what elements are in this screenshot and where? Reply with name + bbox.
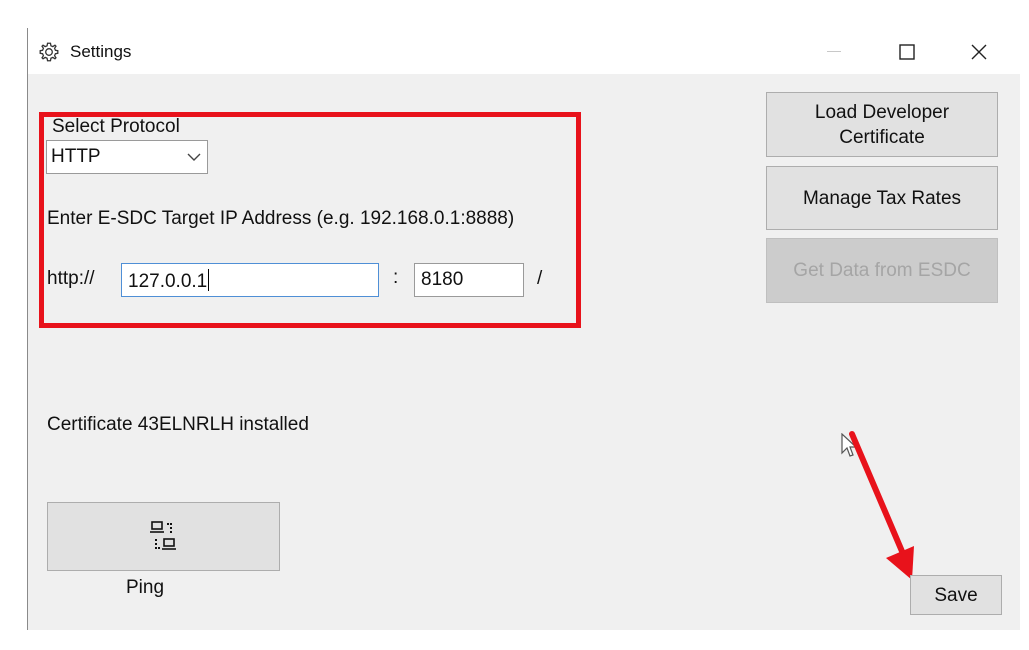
ip-address-value: 127.0.0.1 [128, 271, 208, 292]
ip-instruction-label: Enter E-SDC Target IP Address (e.g. 192.… [47, 208, 515, 229]
text-caret [208, 269, 210, 291]
get-data-from-esdc-label: Get Data from ESDC [793, 260, 971, 281]
network-icon [149, 520, 176, 550]
select-protocol-label: Select Protocol [52, 116, 180, 137]
maximize-icon [899, 44, 915, 60]
certificate-status: Certificate 43ELNRLH installed [47, 414, 309, 435]
manage-tax-rates-label: Manage Tax Rates [802, 187, 962, 209]
ping-button[interactable] [47, 502, 280, 571]
port-input[interactable]: 8180 [414, 263, 524, 297]
get-data-from-esdc-button[interactable]: Get Data from ESDC [766, 238, 998, 303]
port-value: 8180 [421, 269, 464, 290]
save-label: Save [934, 584, 978, 606]
ping-label: Ping [126, 577, 165, 598]
scheme-label: http:// [47, 268, 95, 289]
maximize-button[interactable] [885, 34, 929, 70]
annotation-arrow [849, 431, 914, 580]
minimize-button[interactable] [812, 34, 856, 70]
port-separator: : [393, 267, 399, 288]
title-bar[interactable]: Settings [28, 28, 1020, 74]
settings-window: Settings Select Protocol HTTP Enter E-SD… [28, 28, 1020, 630]
gear-icon [39, 42, 59, 62]
load-developer-certificate-button[interactable]: Load Developer Certificate [766, 92, 998, 157]
protocol-dropdown[interactable]: HTTP [46, 140, 208, 174]
minimize-icon [827, 51, 841, 52]
ip-address-input[interactable]: 127.0.0.1 [121, 263, 379, 297]
protocol-selected-value: HTTP [51, 146, 101, 167]
manage-tax-rates-button[interactable]: Manage Tax Rates [766, 166, 998, 230]
load-developer-certificate-label: Load Developer Certificate [814, 101, 950, 148]
close-icon [971, 44, 987, 60]
save-button[interactable]: Save [910, 575, 1002, 615]
close-button[interactable] [957, 34, 1001, 70]
chevron-down-icon [187, 153, 201, 161]
path-suffix: / [537, 268, 543, 289]
window-title: Settings [70, 42, 132, 61]
